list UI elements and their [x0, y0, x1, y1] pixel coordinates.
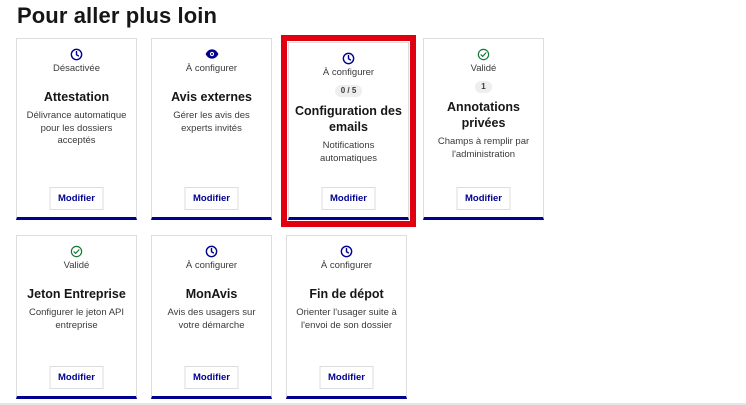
card-avis-externes: À configurer Avis externes Gérer les avi…: [151, 38, 272, 220]
card-title: Jeton Entreprise: [27, 287, 126, 301]
status-label: À configurer: [185, 63, 238, 74]
clock-icon: [342, 51, 356, 65]
clock-icon: [205, 244, 219, 258]
status-label: À configurer: [185, 260, 238, 271]
status-label: Validé: [63, 260, 90, 271]
card-description: Notifications automatiques: [319, 140, 378, 164]
card-configuration-emails: À configurer 0 / 5 Configuration des ema…: [281, 35, 416, 227]
card-description: Configurer le jeton API entreprise: [28, 307, 125, 331]
card-annotations-privees: Validé 1 Annotations privées Champs à re…: [423, 38, 544, 220]
modifier-button[interactable]: Modifier: [321, 187, 376, 210]
modifier-button[interactable]: Modifier: [319, 366, 374, 389]
modifier-button[interactable]: Modifier: [456, 187, 511, 210]
card-description: Gérer les avis des experts invités: [173, 110, 250, 134]
card-description: Délivrance automatique pour les dossiers…: [26, 110, 127, 146]
check-circle-icon: [70, 244, 84, 258]
modifier-button[interactable]: Modifier: [184, 187, 239, 210]
card-monavis: À configurer MonAvis Avis des usagers su…: [151, 235, 272, 399]
status-label: À configurer: [320, 260, 373, 271]
card-description: Avis des usagers sur votre démarche: [167, 307, 256, 331]
modifier-button[interactable]: Modifier: [49, 187, 104, 210]
card-description: Champs à remplir par l'administration: [437, 136, 530, 160]
clock-icon: [340, 244, 354, 258]
card-description: Orienter l'usager suite à l'envoi de son…: [296, 307, 397, 331]
clock-icon: [70, 47, 84, 61]
modifier-button[interactable]: Modifier: [49, 366, 104, 389]
status-label: À configurer: [322, 67, 375, 78]
card-title: MonAvis: [185, 287, 238, 301]
modifier-button[interactable]: Modifier: [184, 366, 239, 389]
status-label: Validé: [470, 63, 497, 74]
card-fin-de-depot: À configurer Fin de dépot Orienter l'usa…: [286, 235, 407, 399]
card-attestation: Désactivée Attestation Délivrance automa…: [16, 38, 137, 220]
check-circle-icon: [477, 47, 491, 61]
eye-icon: [205, 47, 219, 61]
card-title: Fin de dépot: [309, 287, 384, 301]
count-badge: 1: [475, 81, 492, 93]
progress-badge: 0 / 5: [334, 85, 363, 97]
cards-grid: Désactivée Attestation Délivrance automa…: [0, 0, 746, 405]
card-title: Configuration des emails: [295, 104, 402, 134]
card-title: Avis externes: [171, 90, 252, 104]
card-title: Attestation: [43, 90, 110, 104]
card-jeton-entreprise: Validé Jeton Entreprise Configurer le je…: [16, 235, 137, 399]
card-title: Annotations privées: [447, 100, 520, 130]
status-label: Désactivée: [53, 63, 100, 74]
